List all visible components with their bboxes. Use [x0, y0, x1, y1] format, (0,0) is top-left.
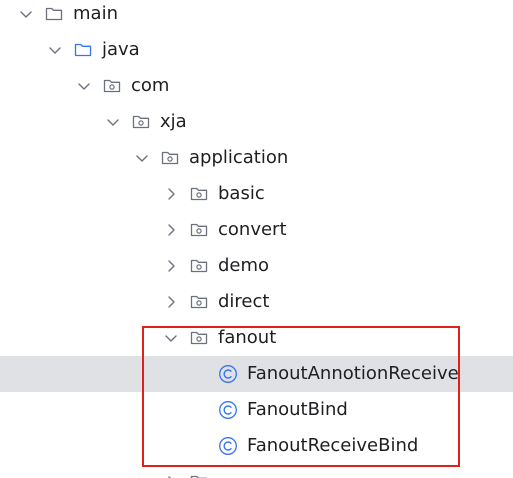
tree-item-label: application [189, 147, 289, 168]
tree-item-folder[interactable]: demo [0, 248, 513, 284]
chevron-down-icon[interactable] [161, 328, 181, 348]
package-icon [131, 112, 151, 132]
chevron-right-icon[interactable] [161, 292, 181, 312]
tree-item-label: java [102, 39, 140, 60]
tree-item-label: basic [218, 183, 265, 204]
chevron-right-icon[interactable] [161, 472, 181, 478]
tree-item-class[interactable]: FanoutAnnotionReceive [0, 356, 513, 392]
tree-item-label: main [73, 3, 118, 24]
source-folder-icon [73, 40, 93, 60]
tree-item-folder[interactable]: xja [0, 104, 513, 140]
class-icon [218, 364, 238, 384]
chevron-down-icon[interactable] [16, 4, 36, 24]
tree-item-folder[interactable] [0, 464, 513, 478]
tree-item-label: FanoutReceiveBind [247, 435, 419, 456]
package-icon [189, 256, 209, 276]
tree-item-label: direct [218, 291, 270, 312]
chevron-right-icon[interactable] [161, 220, 181, 240]
chevron-down-icon[interactable] [74, 76, 94, 96]
package-icon [102, 76, 122, 96]
tree-item-folder[interactable]: basic [0, 176, 513, 212]
chevron-right-icon[interactable] [161, 256, 181, 276]
tree-item-label: xja [160, 111, 187, 132]
chevron-right-icon[interactable] [161, 184, 181, 204]
tree-item-label: FanoutAnnotionReceive [247, 363, 459, 384]
package-icon [189, 184, 209, 204]
chevron-down-icon[interactable] [45, 40, 65, 60]
tree-item-folder[interactable]: application [0, 140, 513, 176]
class-icon [218, 400, 238, 420]
tree-item-class[interactable]: FanoutBind [0, 392, 513, 428]
package-icon [160, 148, 180, 168]
chevron-down-icon[interactable] [132, 148, 152, 168]
tree-item-folder[interactable]: java [0, 32, 513, 68]
package-icon [189, 472, 209, 478]
project-tree: main java com xja application basic convert dem… [0, 0, 513, 478]
folder-icon [44, 4, 64, 24]
tree-item-folder[interactable]: direct [0, 284, 513, 320]
tree-item-label: FanoutBind [247, 399, 348, 420]
tree-item-folder[interactable]: main [0, 0, 513, 32]
package-icon [189, 220, 209, 240]
tree-item-label: fanout [218, 327, 277, 348]
chevron-down-icon[interactable] [103, 112, 123, 132]
tree-item-label: com [131, 75, 170, 96]
tree-item-label: demo [218, 255, 270, 276]
tree-item-folder[interactable]: fanout [0, 320, 513, 356]
tree-item-class[interactable]: FanoutReceiveBind [0, 428, 513, 464]
tree-item-folder[interactable]: com [0, 68, 513, 104]
tree-item-label: convert [218, 219, 287, 240]
class-icon [218, 436, 238, 456]
package-icon [189, 292, 209, 312]
tree-item-folder[interactable]: convert [0, 212, 513, 248]
package-icon [189, 328, 209, 348]
